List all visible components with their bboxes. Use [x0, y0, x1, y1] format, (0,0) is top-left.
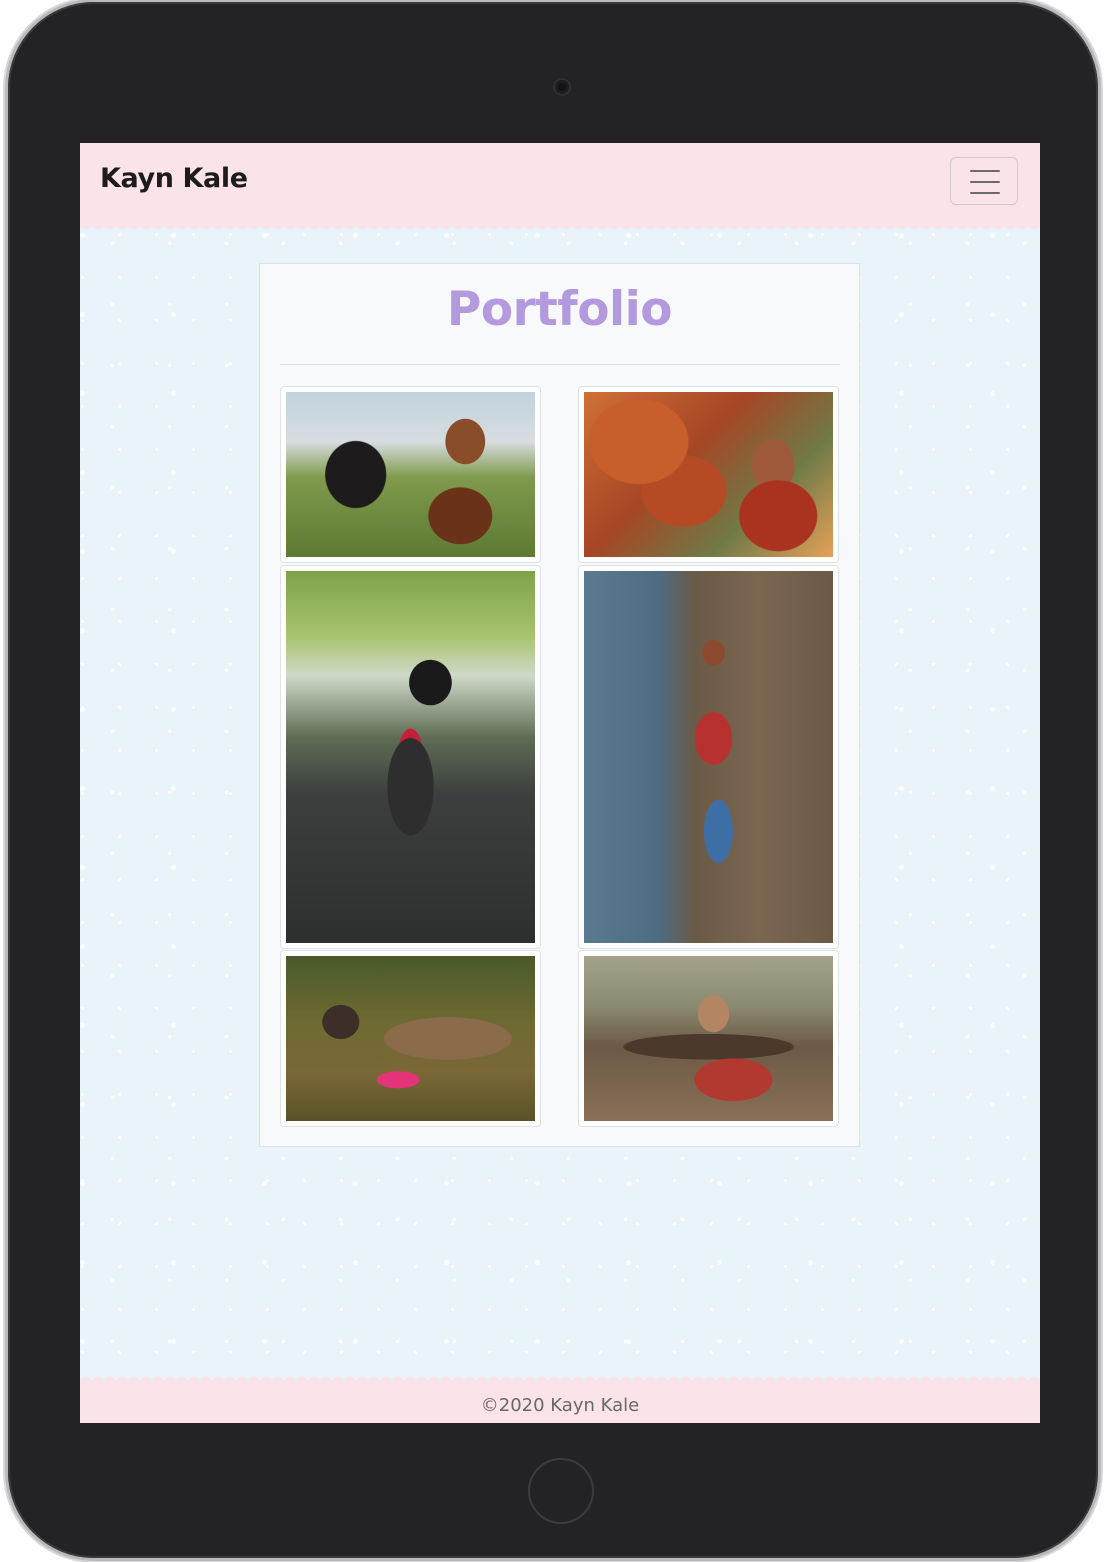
photo-image	[286, 571, 535, 943]
camera-icon	[553, 78, 571, 96]
tablet-frame: Kayn Kale Portfolio ©2020 Kayn Kale	[8, 2, 1098, 1558]
photo-image	[286, 956, 535, 1121]
portfolio-card: Portfolio	[259, 263, 860, 1147]
page-title: Portfolio	[446, 282, 673, 337]
photo-image	[584, 392, 833, 557]
navbar: Kayn Kale	[80, 143, 1040, 227]
brand-link[interactable]: Kayn Kale	[100, 163, 248, 194]
footer: ©2020 Kayn Kale	[80, 1383, 1040, 1423]
photo-image	[584, 956, 833, 1121]
photo-image	[584, 571, 833, 943]
hamburger-menu-icon	[970, 170, 1000, 172]
portfolio-photo-2[interactable]	[578, 386, 839, 563]
title-divider	[280, 364, 840, 365]
photo-image	[286, 392, 535, 557]
copyright-text: ©2020 Kayn Kale	[480, 1395, 640, 1416]
portfolio-photo-6[interactable]	[578, 950, 839, 1127]
navbar-toggler-button[interactable]	[950, 157, 1018, 205]
screen: Kayn Kale Portfolio ©2020 Kayn Kale	[80, 143, 1040, 1423]
portfolio-photo-5[interactable]	[280, 950, 541, 1127]
navbar-scallop-border	[80, 223, 1040, 233]
portfolio-photo-4[interactable]	[578, 565, 839, 949]
portfolio-photo-1[interactable]	[280, 386, 541, 563]
hamburger-menu-icon	[970, 192, 1000, 194]
footer-scallop-border	[80, 1373, 1040, 1383]
hamburger-menu-icon	[970, 181, 1000, 183]
portfolio-photo-3[interactable]	[280, 565, 541, 949]
home-button[interactable]	[528, 1458, 594, 1524]
